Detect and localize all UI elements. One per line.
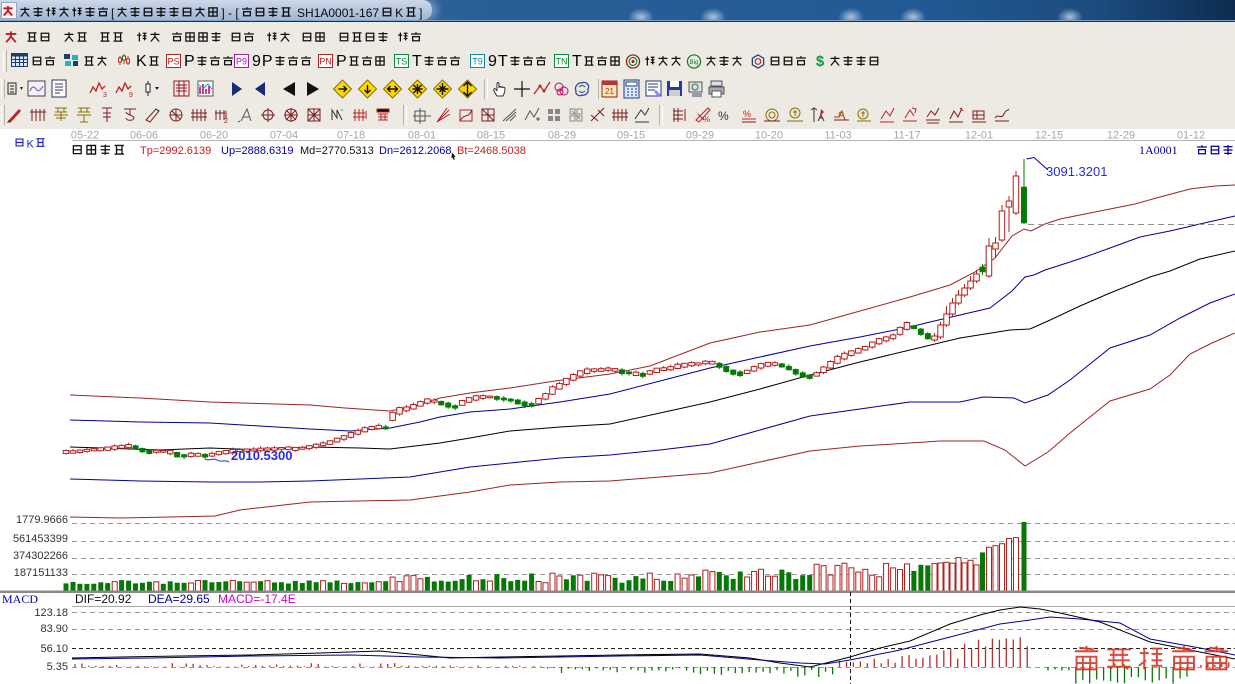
svg-text:07-18: 07-18	[337, 130, 365, 142]
svg-text:05-22: 05-22	[71, 130, 99, 142]
svg-text:07-04: 07-04	[270, 130, 298, 142]
svg-text:Tp=2992.6139: Tp=2992.6139	[140, 145, 211, 157]
svg-text:PN: PN	[319, 57, 332, 67]
svg-text:12-01: 12-01	[965, 130, 993, 142]
svg-text:$: $	[816, 53, 825, 68]
svg-text:3091.3201: 3091.3201	[1046, 164, 1107, 179]
svg-text:P9: P9	[236, 57, 247, 67]
svg-text:06-20: 06-20	[200, 130, 228, 142]
svg-text:TS: TS	[396, 57, 408, 67]
svg-text:Bt=2468.5038: Bt=2468.5038	[457, 145, 526, 157]
svg-text:Dn=2612.2068: Dn=2612.2068	[379, 145, 451, 157]
svg-text:561453399: 561453399	[13, 533, 68, 545]
svg-text:K: K	[27, 139, 35, 151]
svg-text:Up=2888.6319: Up=2888.6319	[221, 145, 293, 157]
svg-text:123.18: 123.18	[34, 607, 68, 619]
svg-text:01-12: 01-12	[1177, 130, 1205, 142]
svg-text:3: 3	[103, 92, 107, 99]
svg-text:83.90: 83.90	[40, 623, 68, 635]
svg-text:12-15: 12-15	[1035, 130, 1063, 142]
svg-text:11-17: 11-17	[893, 130, 920, 142]
svg-text:5.35: 5.35	[47, 661, 68, 673]
svg-text:DIF=20.92: DIF=20.92	[75, 592, 132, 606]
svg-text:": "	[341, 110, 343, 116]
svg-text:08-29: 08-29	[548, 130, 576, 142]
svg-text:21: 21	[605, 87, 614, 96]
svg-text:09-15: 09-15	[617, 130, 645, 142]
svg-text:09-29: 09-29	[686, 130, 714, 142]
svg-text:12-29: 12-29	[1107, 130, 1135, 142]
svg-text:10-20: 10-20	[755, 130, 783, 142]
svg-text:Big: Big	[690, 59, 699, 66]
svg-text:MACD: MACD	[2, 592, 38, 606]
svg-text:374302266: 374302266	[13, 550, 68, 562]
svg-text:1A0001: 1A0001	[1139, 143, 1178, 157]
svg-text:%: %	[718, 109, 729, 123]
svg-text:08-15: 08-15	[477, 130, 505, 142]
svg-text:%: %	[743, 109, 751, 119]
svg-text:1779.9666: 1779.9666	[16, 514, 68, 526]
svg-text:2010.5300: 2010.5300	[231, 448, 292, 463]
svg-text:Md=2770.5313: Md=2770.5313	[300, 145, 374, 157]
svg-text:56.10: 56.10	[40, 643, 68, 655]
svg-text:TN: TN	[556, 57, 568, 67]
svg-text:%: %	[703, 115, 710, 124]
svg-text:DEA=29.65: DEA=29.65	[148, 592, 210, 606]
svg-text:08-01: 08-01	[408, 130, 436, 142]
svg-text:PS: PS	[167, 57, 179, 67]
svg-text:MACD=-17.4E: MACD=-17.4E	[218, 592, 296, 606]
svg-text:11-03: 11-03	[824, 130, 851, 142]
svg-text:06-06: 06-06	[130, 130, 158, 142]
svg-text:187151133: 187151133	[14, 567, 68, 579]
svg-text:T9: T9	[472, 57, 483, 67]
svg-text:9: 9	[129, 92, 133, 99]
svg-text:2: 2	[224, 118, 228, 125]
